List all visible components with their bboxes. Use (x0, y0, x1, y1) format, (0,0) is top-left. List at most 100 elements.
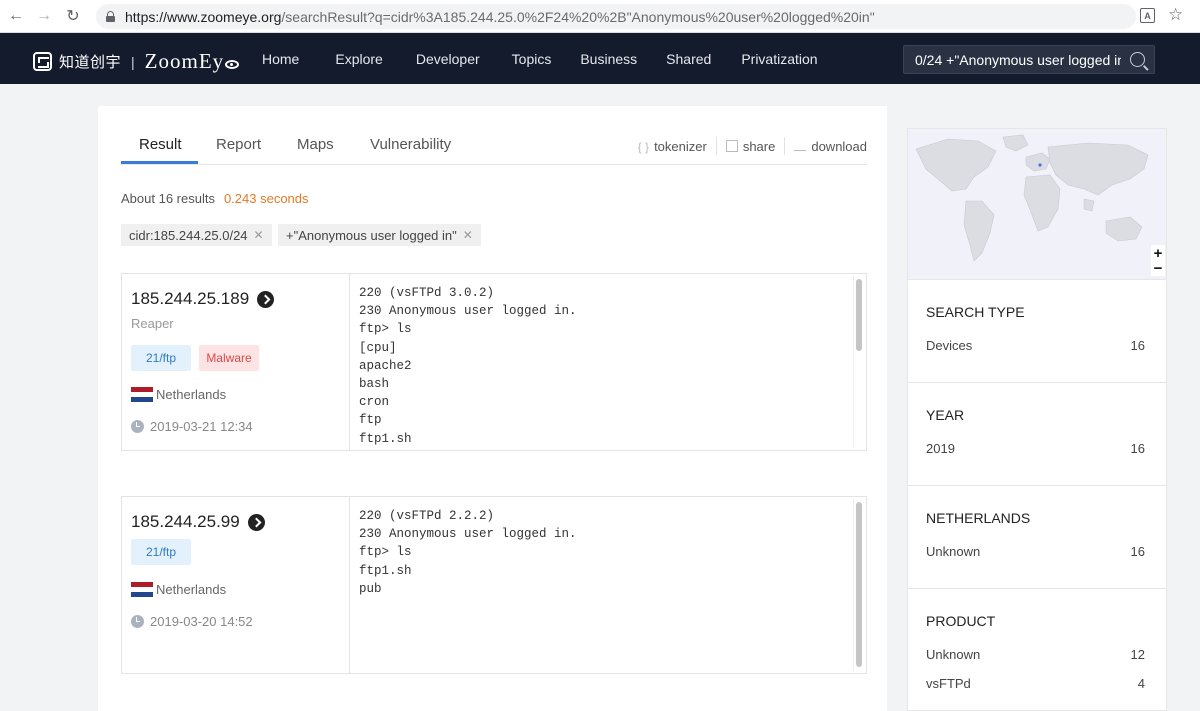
browser-toolbar: ← → ↻ https://www.zoomeye.org/searchResu… (0, 0, 1200, 33)
tab-vulnerability[interactable]: Vulnerability (370, 136, 451, 153)
tab-report[interactable]: Report (216, 136, 261, 153)
facet-row[interactable]: vsFTPd 4 (926, 676, 1145, 691)
result-country[interactable]: Netherlands (131, 582, 226, 597)
netherlands-flag-icon (131, 582, 153, 597)
share-icon (725, 140, 738, 152)
result-banner: 220 (vsFTPd 3.0.2) 230 Anonymous user lo… (359, 286, 577, 446)
result-date: 2019-03-20 14:52 (131, 614, 253, 629)
facet-title: NETHERLANDS (926, 510, 1031, 526)
filter-chip-cidr: cidr:185.244.25.0/24 ✕ (121, 224, 272, 246)
forward-arrow-icon[interactable]: → (34, 6, 54, 26)
result-ip[interactable]: 185.244.25.189 (131, 289, 275, 309)
facet-row-count: 16 (1130, 338, 1145, 353)
chip-label: cidr:185.244.25.0/24 (129, 227, 248, 243)
share-button[interactable]: share (725, 138, 776, 154)
top-nav: Home Explore Developer Topics Business S… (262, 51, 818, 67)
download-icon (794, 141, 807, 151)
facet-row-count: 4 (1137, 676, 1145, 691)
clock-icon (131, 615, 144, 628)
filter-chip-query: +"Anonymous user logged in" ✕ (278, 224, 481, 246)
banner-scrollbar[interactable] (853, 276, 864, 448)
facet-row-label: Unknown (926, 647, 981, 662)
lock-icon (106, 11, 115, 22)
scrollbar-thumb[interactable] (856, 502, 862, 667)
logo-en-text: ZoomEy (145, 49, 240, 74)
knownsec-logo-icon (33, 52, 52, 71)
translate-icon[interactable]: A (1140, 8, 1155, 23)
search-input[interactable] (915, 51, 1121, 68)
facet-title: YEAR (926, 407, 965, 423)
facet-row-count: 16 (1130, 441, 1145, 456)
result-meta: 185.244.25.99 21/ftp Netherlands 2019-03… (122, 497, 350, 673)
result-country[interactable]: Netherlands (131, 387, 226, 402)
result-card: 185.244.25.189 Reaper 21/ftp Malware Net… (121, 273, 867, 451)
results-panel: Result Report Maps Vulnerability { } toke… (98, 106, 887, 711)
nav-shared[interactable]: Shared (666, 51, 711, 67)
result-tools: { } tokenizer share download (638, 137, 867, 155)
result-count: About 16 results (121, 191, 215, 206)
tab-result[interactable]: Result (139, 136, 182, 153)
world-map-graphic (915, 134, 1149, 262)
banner-scrollbar[interactable] (853, 499, 864, 671)
eye-icon (225, 60, 240, 69)
facet-year: YEAR 2019 16 (908, 382, 1166, 485)
nav-developer[interactable]: Developer (416, 51, 480, 67)
facet-row-label: vsFTPd (926, 676, 971, 691)
port-badge[interactable]: 21/ftp (131, 539, 191, 565)
facet-row[interactable]: Devices 16 (926, 338, 1145, 353)
download-button[interactable]: download (794, 139, 867, 154)
scrollbar-thumb[interactable] (856, 279, 862, 351)
search-box (903, 45, 1155, 74)
facet-row[interactable]: 2019 16 (926, 441, 1145, 456)
result-tabs: Result Report Maps Vulnerability { } toke… (121, 136, 867, 165)
logo-separator: | (131, 53, 135, 70)
facet-row-count: 16 (1130, 544, 1145, 559)
nav-topics[interactable]: Topics (512, 51, 552, 67)
facet-row-label: 2019 (926, 441, 955, 456)
nav-explore[interactable]: Explore (335, 51, 382, 67)
map-zoom-out-button[interactable]: − (1151, 260, 1165, 277)
facet-netherlands: NETHERLANDS Unknown 16 (908, 485, 1166, 588)
url-path: /searchResult?q=cidr%3A185.244.25.0%2F24… (281, 8, 875, 25)
tokenizer-button[interactable]: { } tokenizer (638, 138, 707, 155)
download-label: download (811, 138, 867, 154)
arrow-circle-icon[interactable] (257, 290, 275, 308)
facet-row[interactable]: Unknown 16 (926, 544, 1145, 559)
address-bar[interactable]: https://www.zoomeye.org/searchResult?q=c… (96, 4, 1136, 29)
nav-business[interactable]: Business (580, 51, 637, 67)
world-map[interactable]: + − (908, 129, 1166, 279)
nav-home[interactable]: Home (262, 51, 299, 67)
result-meta: 185.244.25.189 Reaper 21/ftp Malware Net… (122, 274, 350, 450)
tokenizer-label: tokenizer (654, 138, 707, 154)
tab-maps[interactable]: Maps (297, 136, 334, 153)
result-hostname[interactable]: Reaper (131, 316, 174, 331)
back-arrow-icon[interactable]: ← (6, 6, 26, 26)
search-icon[interactable] (1130, 52, 1145, 67)
star-icon[interactable]: ☆ (1168, 5, 1183, 25)
logo-cn-text: 知道创宇 (59, 54, 122, 71)
remove-chip-icon[interactable]: ✕ (254, 228, 264, 242)
remove-chip-icon[interactable]: ✕ (463, 228, 473, 242)
result-card: 185.244.25.99 21/ftp Netherlands 2019-03… (121, 496, 867, 674)
facet-row-label: Devices (926, 338, 973, 353)
tool-divider (715, 137, 717, 155)
facet-search-type: SEARCH TYPE Devices 16 (908, 279, 1166, 382)
clock-icon (131, 420, 144, 433)
url-host: https://www.zoomeye.org (125, 8, 282, 25)
share-label: share (742, 138, 776, 154)
malware-badge[interactable]: Malware (199, 345, 259, 371)
arrow-circle-icon[interactable] (247, 513, 265, 531)
facet-title: PRODUCT (926, 613, 996, 629)
facet-row-count: 12 (1130, 647, 1145, 662)
facet-sidebar: + − SEARCH TYPE Devices 16 YEAR 2019 16 NE… (907, 128, 1167, 711)
nav-privatization[interactable]: Privatization (741, 51, 817, 67)
facet-row[interactable]: Unknown 12 (926, 647, 1145, 662)
zoomeye-logo[interactable]: 知道创宇 | ZoomEy (33, 49, 240, 74)
reload-icon[interactable]: ↻ (63, 6, 83, 26)
chip-label: +"Anonymous user logged in" (286, 227, 457, 243)
result-ip[interactable]: 185.244.25.99 (131, 512, 265, 532)
facet-row-label: Unknown (926, 544, 981, 559)
netherlands-flag-icon (131, 387, 153, 402)
result-banner: 220 (vsFTPd 2.2.2) 230 Anonymous user lo… (359, 509, 577, 596)
port-badge[interactable]: 21/ftp (131, 345, 191, 371)
